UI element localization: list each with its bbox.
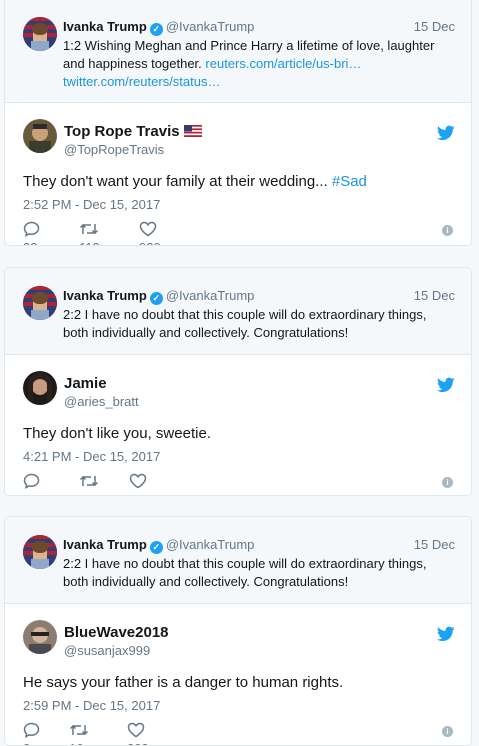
hashtag-link[interactable]: #Sad [332, 173, 367, 190]
retweet-icon [79, 475, 99, 487]
reply-action[interactable]: 8 [23, 722, 44, 745]
like-action[interactable]: 203 [127, 722, 149, 745]
quoted-link-reuters[interactable]: reuters.com/article/us-bri… [205, 56, 361, 71]
quoted-text: 1:2 Wishing Meghan and Prince Harry a li… [63, 37, 455, 91]
quoted-header: Ivanka Trump ✓ @IvankaTrump 15 Dec [63, 287, 455, 305]
reply-text: They don't want your family at their wed… [23, 172, 367, 192]
like-icon [127, 722, 145, 738]
retweet-icon [69, 724, 89, 736]
reply-author-handle[interactable]: @TopRopeTravis [64, 142, 164, 157]
reply-author-name-text: Top Rope Travis [64, 123, 180, 140]
retweet-count: 6 [79, 492, 86, 495]
tweet-card-3: Ivanka Trump ✓ @IvankaTrump 15 Dec 2:2 I h… [4, 516, 472, 746]
like-count: 203 [127, 741, 149, 745]
reply-author-handle[interactable]: @susanjax999 [64, 643, 150, 658]
quoted-date[interactable]: 15 Dec [414, 536, 455, 553]
reply-text: They don't like you, sweetie. [23, 425, 211, 442]
reply-text: He says your father is a danger to human… [23, 674, 344, 691]
like-icon [129, 473, 147, 489]
reply-tweet: Top Rope Travis @TopRopeTravis They don'… [5, 103, 471, 245]
verified-badge-icon: ✓ [149, 292, 163, 305]
reply-text-body: They don't want your family at their wed… [23, 173, 328, 190]
retweet-icon [79, 223, 99, 235]
reply-timestamp[interactable]: 4:21 PM - Dec 15, 2017 [23, 449, 160, 464]
tweet-card-2: Ivanka Trump ✓ @IvankaTrump 15 Dec 2:2 I h… [4, 267, 472, 496]
us-flag-icon [183, 124, 202, 138]
reply-author-name[interactable]: Jamie [64, 375, 107, 392]
quoted-tweet[interactable]: Ivanka Trump ✓ @IvankaTrump 15 Dec 2:2 I h… [5, 268, 471, 355]
avatar[interactable] [23, 535, 57, 569]
reply-author-handle[interactable]: @aries_bratt [64, 394, 139, 409]
quoted-text: 2:2 I have no doubt that this couple wil… [63, 556, 427, 589]
quoted-text: 2:2 I have no doubt that this couple wil… [63, 307, 427, 340]
reply-author-name[interactable]: BlueWave2018 [64, 624, 169, 641]
avatar[interactable] [23, 119, 57, 153]
avatar[interactable] [23, 286, 57, 320]
reply-icon [23, 722, 40, 738]
quoted-link-twitter[interactable]: twitter.com/reuters/status… [63, 74, 221, 89]
twitter-bird-icon[interactable] [437, 125, 455, 141]
avatar[interactable] [23, 371, 57, 405]
quoted-header: Ivanka Trump ✓ @IvankaTrump 15 Dec [63, 18, 455, 36]
reply-action[interactable]: 10 [23, 473, 44, 495]
retweet-action[interactable]: 6 [79, 473, 103, 495]
avatar[interactable] [23, 17, 57, 51]
quoted-tweet[interactable]: Ivanka Trump ✓ @IvankaTrump 15 Dec 2:2 I h… [5, 517, 471, 604]
quoted-date[interactable]: 15 Dec [414, 287, 455, 304]
retweet-action[interactable]: 16 [69, 722, 93, 745]
like-count: 104 [129, 492, 151, 495]
reply-timestamp[interactable]: 2:59 PM - Dec 15, 2017 [23, 698, 160, 713]
info-icon[interactable]: i [442, 477, 453, 488]
reply-count: 8 [23, 741, 30, 745]
quoted-author-name[interactable]: Ivanka Trump [63, 288, 147, 303]
quoted-date[interactable]: 15 Dec [414, 18, 455, 35]
reply-count: 10 [23, 492, 37, 495]
quoted-author-handle[interactable]: @IvankaTrump [166, 537, 255, 552]
quoted-author-name[interactable]: Ivanka Trump [63, 19, 147, 34]
avatar[interactable] [23, 620, 57, 654]
reply-action[interactable]: 83 [23, 221, 44, 245]
verified-badge-icon: ✓ [149, 23, 163, 36]
retweet-action[interactable]: 113 [79, 221, 103, 245]
like-action[interactable]: 920 [139, 221, 161, 245]
like-action[interactable]: 104 [129, 473, 151, 495]
retweet-count: 113 [79, 240, 100, 245]
reply-icon [23, 221, 40, 237]
twitter-bird-icon[interactable] [437, 626, 455, 642]
reply-author-name[interactable]: Top Rope Travis [64, 123, 202, 140]
quoted-author-handle[interactable]: @IvankaTrump [166, 19, 255, 34]
retweet-count: 16 [69, 741, 83, 745]
like-icon [139, 221, 157, 237]
twitter-bird-icon[interactable] [437, 377, 455, 393]
quoted-tweet[interactable]: Ivanka Trump ✓ @IvankaTrump 15 Dec 1:2 Wis… [5, 0, 471, 103]
reply-timestamp[interactable]: 2:52 PM - Dec 15, 2017 [23, 197, 160, 212]
verified-badge-icon: ✓ [149, 541, 163, 554]
reply-tweet: BlueWave2018 @susanjax999 He says your f… [5, 604, 471, 745]
info-icon[interactable]: i [442, 225, 453, 236]
reply-tweet: Jamie @aries_bratt They don't like you, … [5, 355, 471, 495]
info-icon[interactable]: i [442, 726, 453, 737]
like-count: 920 [139, 240, 161, 245]
tweet-card-1: Ivanka Trump ✓ @IvankaTrump 15 Dec 1:2 Wis… [4, 0, 472, 246]
quoted-header: Ivanka Trump ✓ @IvankaTrump 15 Dec [63, 536, 455, 554]
quoted-author-name[interactable]: Ivanka Trump [63, 537, 147, 552]
quoted-author-handle[interactable]: @IvankaTrump [166, 288, 255, 303]
reply-count: 83 [23, 240, 37, 245]
reply-icon [23, 473, 40, 489]
